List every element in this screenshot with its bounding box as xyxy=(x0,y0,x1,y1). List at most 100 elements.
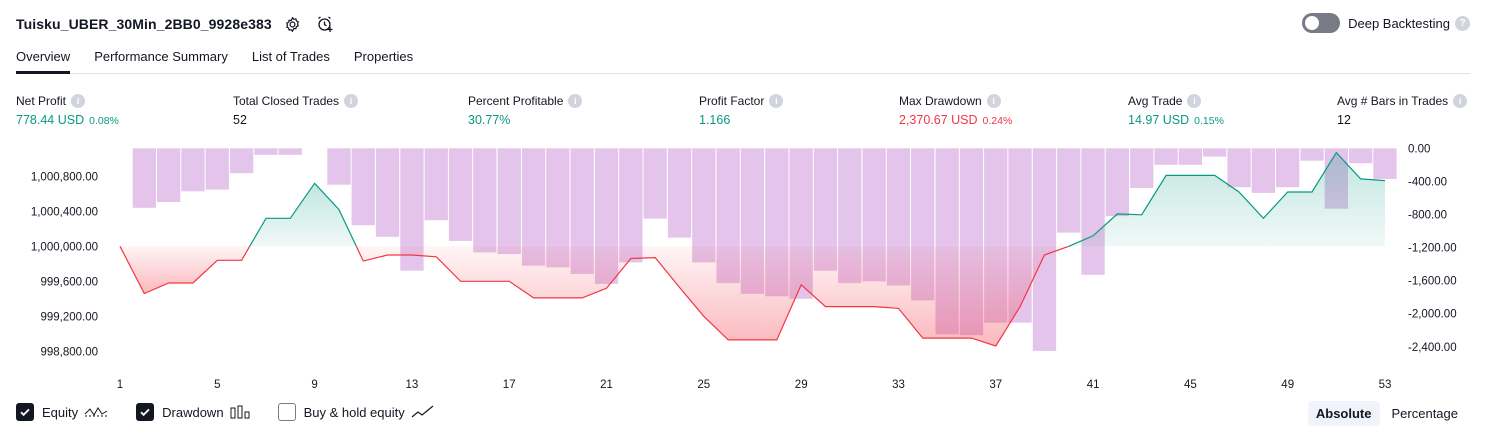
legend-label: Drawdown xyxy=(162,404,224,420)
drawdown-bars-icon xyxy=(230,405,250,419)
metric-percent-profitable: Percent Profitable i 30.77% xyxy=(468,94,583,127)
metric-percent: 0.15% xyxy=(1194,115,1224,127)
x-axis-tick-label: 45 xyxy=(1184,379,1197,391)
x-axis-tick-label: 29 xyxy=(795,379,808,391)
strategy-title: Tuisku_UBER_30Min_2BB0_9928e383 xyxy=(16,16,272,32)
left-axis-tick-label: 998,800.00 xyxy=(40,346,98,358)
toggle-knob xyxy=(1305,16,1320,30)
tab-properties[interactable]: Properties xyxy=(354,46,413,74)
x-axis-tick-label: 49 xyxy=(1281,379,1294,391)
x-axis-tick-label: 9 xyxy=(311,379,317,391)
drawdown-bar xyxy=(1154,148,1178,165)
drawdown-bar xyxy=(692,148,716,263)
help-icon[interactable]: ? xyxy=(1455,15,1470,31)
x-axis-tick-label: 13 xyxy=(406,379,419,391)
info-icon[interactable]: i xyxy=(1187,94,1202,108)
deep-backtesting: Deep Backtesting ? xyxy=(1302,13,1470,33)
value-mode-switch: Absolute Percentage xyxy=(1304,401,1466,426)
info-icon[interactable]: i xyxy=(71,94,86,108)
buy-hold-checkbox[interactable] xyxy=(277,403,296,421)
drawdown-bar xyxy=(643,148,667,219)
metric-avg-bars: Avg # Bars in Trades i 12 xyxy=(1337,94,1468,127)
x-axis-tick-label: 37 xyxy=(989,379,1002,391)
drawdown-bar xyxy=(1057,148,1081,233)
right-axis-tick-label: -1,200.00 xyxy=(1408,243,1457,255)
metric-value: 2,370.67 USD xyxy=(899,113,978,127)
drawdown-bar xyxy=(1227,148,1251,188)
drawdown-bar xyxy=(1300,148,1324,161)
drawdown-checkbox[interactable] xyxy=(136,403,155,421)
equity-checkbox[interactable] xyxy=(16,403,34,421)
absolute-button[interactable]: Absolute xyxy=(1307,401,1380,426)
metric-label: Profit Factor xyxy=(699,94,765,108)
legend-buy-hold[interactable]: Buy & hold equity xyxy=(277,403,435,421)
chart-legend: Equity Drawdown Buy & hold equity xyxy=(16,403,463,421)
metric-total-closed-trades: Total Closed Trades i 52 xyxy=(233,94,359,127)
drawdown-bar xyxy=(424,148,448,221)
metric-percent: 0.24% xyxy=(982,115,1013,127)
settings-icon[interactable] xyxy=(282,13,304,35)
buy-hold-line-icon xyxy=(411,405,435,419)
metric-value: 1.166 xyxy=(699,113,731,127)
metric-value: 778.44 USD xyxy=(16,113,85,127)
metric-label: Avg Trade xyxy=(1128,94,1183,108)
metric-value: 12 xyxy=(1337,113,1351,127)
x-axis-tick-label: 41 xyxy=(1087,379,1100,391)
info-icon[interactable]: i xyxy=(344,94,359,108)
metric-label: Avg # Bars in Trades xyxy=(1337,94,1449,108)
legend-drawdown[interactable]: Drawdown xyxy=(136,403,250,421)
drawdown-bar xyxy=(327,148,351,185)
add-alert-icon[interactable] xyxy=(314,13,336,35)
equity-chart[interactable]: 1,000,800.00 1,000,400.00 1,000,000.00 999,… xyxy=(0,140,1486,396)
legend-equity[interactable]: Equity xyxy=(16,403,108,421)
drawdown-bar xyxy=(230,148,254,174)
info-icon[interactable]: i xyxy=(769,94,784,108)
drawdown-bar xyxy=(667,148,692,238)
drawdown-bar xyxy=(1081,148,1105,275)
left-axis: 1,000,800.00 1,000,400.00 1,000,000.00 999,… xyxy=(31,171,98,358)
equity-line-icon xyxy=(84,405,108,419)
x-axis: 1 5 9 13 17 21 25 29 33 37 41 45 49 53 xyxy=(117,379,1392,391)
legend-label: Equity xyxy=(42,404,79,420)
info-icon[interactable]: i xyxy=(986,94,1001,108)
metric-net-profit: Net Profit i 778.44 USD 0.08% xyxy=(16,94,119,127)
metric-value: 52 xyxy=(233,113,247,127)
drawdown-bar xyxy=(157,148,181,202)
drawdown-bar xyxy=(619,148,643,263)
x-axis-tick-label: 17 xyxy=(503,379,516,391)
strategy-header: Tuisku_UBER_30Min_2BB0_9928e383 xyxy=(16,12,336,36)
info-icon[interactable]: i xyxy=(568,94,583,108)
tab-overview[interactable]: Overview xyxy=(16,46,71,74)
x-axis-tick-label: 25 xyxy=(697,379,710,391)
drawdown-bar xyxy=(1105,148,1129,217)
tab-list-of-trades[interactable]: List of Trades xyxy=(252,46,330,74)
right-axis-tick-label: -400.00 xyxy=(1408,176,1447,188)
drawdown-bar xyxy=(254,148,278,155)
right-axis-tick-label: -1,600.00 xyxy=(1408,276,1457,288)
right-axis-tick-label: -800.00 xyxy=(1408,210,1447,222)
left-axis-tick-label: 1,000,000.00 xyxy=(31,241,98,253)
metric-percent: 0.08% xyxy=(89,115,119,127)
right-axis-tick-label: -2,400.00 xyxy=(1408,342,1457,354)
x-axis-tick-label: 53 xyxy=(1379,379,1392,391)
percentage-button[interactable]: Percentage xyxy=(1384,401,1467,426)
equity-loss-area xyxy=(120,246,250,294)
x-axis-tick-label: 1 xyxy=(117,379,123,391)
equity-loss-area xyxy=(356,246,1069,346)
x-axis-tick-label: 5 xyxy=(214,379,220,391)
metric-value: 30.77% xyxy=(468,113,511,127)
equity-profit-area xyxy=(249,183,357,247)
drawdown-bar xyxy=(497,148,521,255)
drawdown-bar xyxy=(278,148,302,155)
info-icon[interactable]: i xyxy=(1453,94,1468,108)
tab-performance-summary[interactable]: Performance Summary xyxy=(94,46,228,74)
metric-value: 14.97 USD xyxy=(1128,113,1190,127)
drawdown-bar xyxy=(132,148,156,208)
drawdown-bar xyxy=(351,148,375,226)
deep-backtesting-toggle[interactable] xyxy=(1302,13,1341,33)
drawdown-bar xyxy=(181,148,205,192)
right-axis: 0.00 -400.00 -800.00 -1,200.00 -1,600.00 -2,0… xyxy=(1408,143,1457,353)
drawdown-bar xyxy=(1373,148,1397,179)
drawdown-bar xyxy=(448,148,473,241)
metric-avg-trade: Avg Trade i 14.97 USD 0.15% xyxy=(1128,94,1224,127)
